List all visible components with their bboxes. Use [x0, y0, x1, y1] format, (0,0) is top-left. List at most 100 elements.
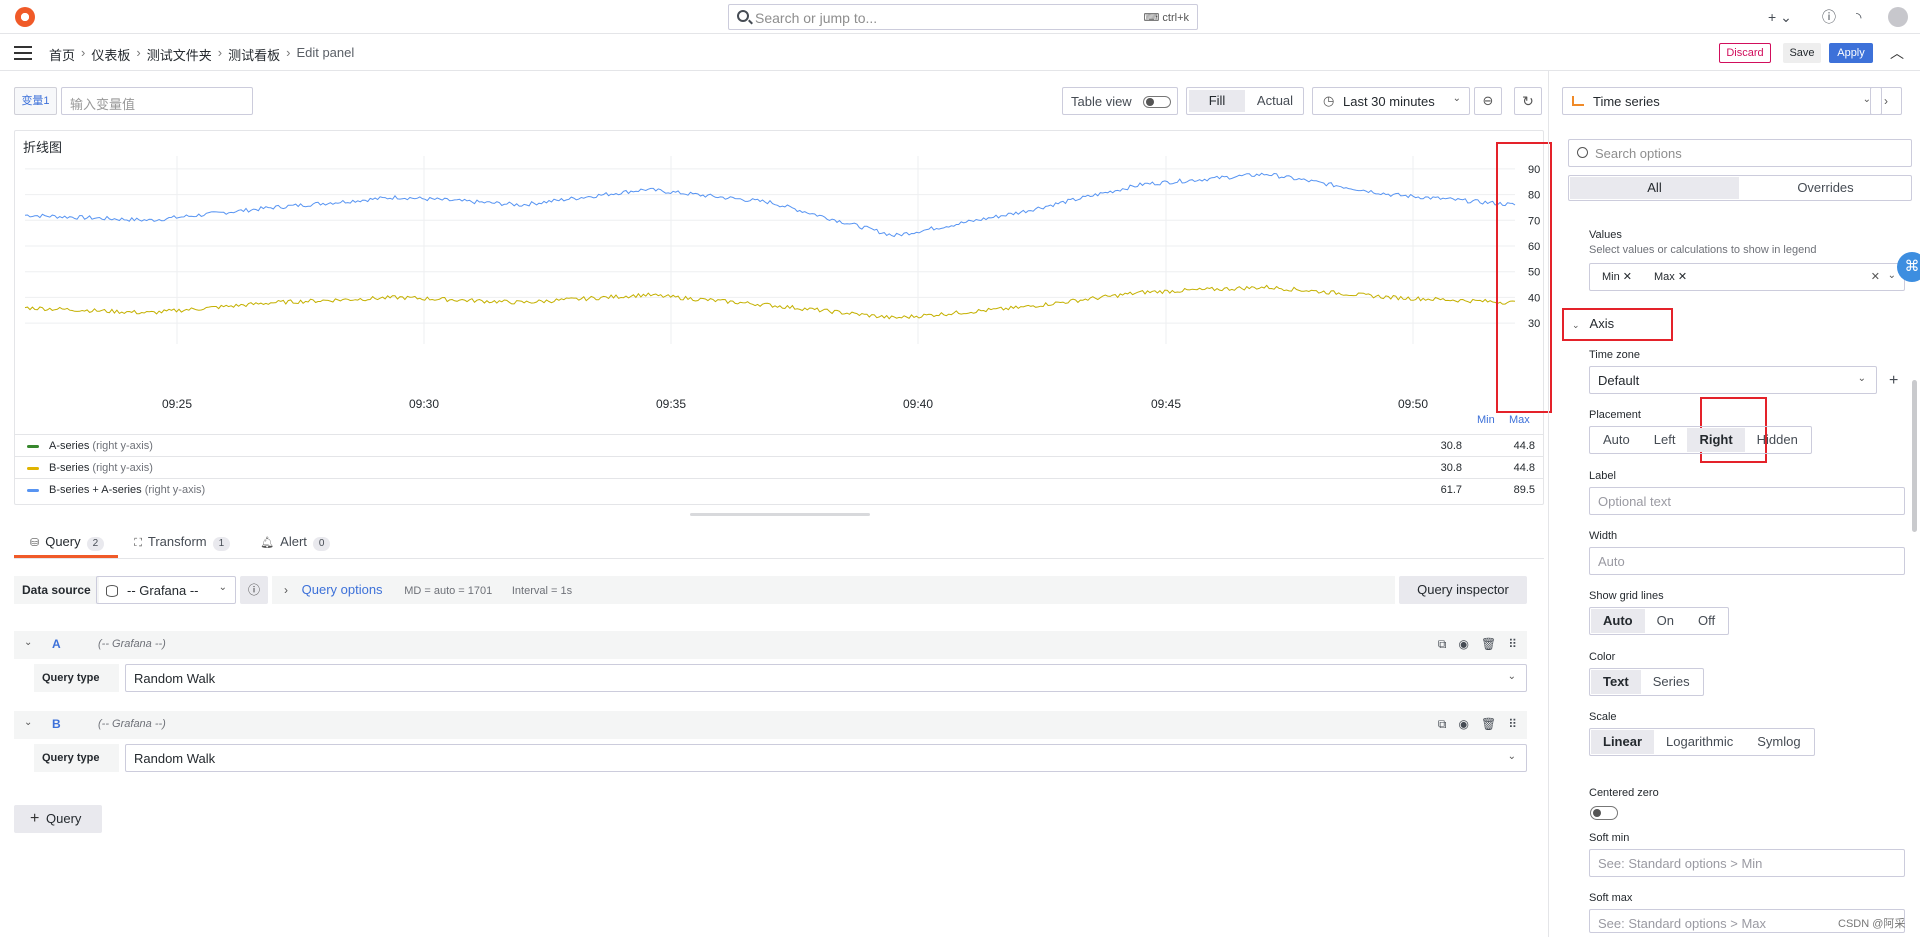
close-icon[interactable]: ✕: [1678, 271, 1687, 283]
centered-zero-switch[interactable]: [1590, 806, 1618, 820]
search-input[interactable]: Search or jump to... ⌨ ctrl+k: [728, 4, 1198, 30]
help-icon[interactable]: ⓘ: [240, 576, 268, 604]
duplicate-icon[interactable]: ⧉: [1438, 717, 1447, 732]
legend-row[interactable]: B-series + A-series (right y-axis) 61.7 …: [15, 478, 1543, 500]
add-query-button[interactable]: Query: [14, 805, 102, 833]
axis-label-input[interactable]: Optional text: [1589, 487, 1905, 515]
refresh-icon[interactable]: ↻: [1514, 87, 1542, 115]
zoom-out-icon[interactable]: ⊖: [1474, 87, 1502, 115]
color-series[interactable]: Series: [1641, 670, 1702, 694]
breadcrumb-item[interactable]: 测试看板: [228, 45, 280, 64]
chevron-down-icon[interactable]: ⌄: [24, 717, 32, 728]
actual-option[interactable]: Actual: [1247, 88, 1303, 114]
discard-button[interactable]: Discard: [1719, 43, 1771, 63]
query-type-value: Random Walk: [134, 751, 216, 766]
options-search-input[interactable]: Search options: [1568, 139, 1912, 167]
toggle-switch[interactable]: [1143, 96, 1171, 108]
placement-left[interactable]: Left: [1642, 428, 1688, 452]
scale-symlog[interactable]: Symlog: [1745, 730, 1812, 754]
duplicate-icon[interactable]: ⧉: [1438, 637, 1447, 652]
query-inspector-button[interactable]: Query inspector: [1399, 576, 1527, 604]
series-color-swatch: [27, 489, 39, 492]
user-avatar[interactable]: [1888, 7, 1908, 27]
grafana-logo-icon[interactable]: [15, 7, 35, 27]
query-type-select[interactable]: Random Walk ⌄: [125, 744, 1527, 772]
chevron-down-icon[interactable]: ⌄: [1888, 270, 1896, 281]
breadcrumb-item[interactable]: 首页: [49, 45, 75, 64]
query-header-a[interactable]: ⌄ A (-- Grafana --) ⧉ ◉ 🗑︎ ⠿: [14, 631, 1527, 659]
query-ref[interactable]: A: [52, 637, 61, 651]
time-range-label: Last 30 minutes: [1343, 94, 1435, 109]
trash-icon[interactable]: 🗑︎: [1481, 637, 1496, 652]
chevron-right-icon: ›: [284, 583, 288, 597]
timezone-select[interactable]: Default ⌄: [1589, 366, 1877, 394]
tab-transform[interactable]: ⛶ Transform 1: [118, 530, 244, 558]
options-scrollbar[interactable]: [1912, 380, 1917, 532]
breadcrumb-item[interactable]: 测试文件夹: [147, 45, 212, 64]
trash-icon[interactable]: 🗑︎: [1481, 717, 1496, 732]
values-multiselect[interactable]: Min ✕ Max ✕ ✕ ⌄: [1589, 263, 1905, 291]
clear-icon[interactable]: ✕: [1871, 270, 1880, 283]
table-view-toggle[interactable]: Table view: [1062, 87, 1178, 115]
fill-option[interactable]: Fill: [1189, 90, 1245, 112]
placement-hidden[interactable]: Hidden: [1745, 428, 1810, 452]
tab-overrides[interactable]: Overrides: [1741, 177, 1910, 199]
pane-splitter[interactable]: [690, 513, 870, 516]
chevron-down-icon: ⌄: [218, 582, 227, 593]
apply-button[interactable]: Apply: [1829, 43, 1873, 63]
placement-auto[interactable]: Auto: [1591, 428, 1642, 452]
placement-right[interactable]: Right: [1687, 428, 1745, 452]
value-chip[interactable]: Max ✕: [1648, 269, 1693, 285]
breadcrumb-item[interactable]: 仪表板: [91, 45, 130, 64]
chevron-right-icon[interactable]: ›: [1870, 87, 1902, 115]
top-bar: Search or jump to... ⌨ ctrl+k + ⌄ ⓘ ◝: [0, 0, 1920, 34]
menu-icon[interactable]: [14, 46, 32, 60]
series-line[interactable]: [24, 284, 1516, 320]
add-timezone-icon[interactable]: +: [1889, 372, 1898, 390]
legend-max-header[interactable]: Max: [1509, 414, 1530, 426]
variable-input[interactable]: 输入变量值: [61, 87, 253, 115]
chevron-down-icon[interactable]: ⌄: [24, 637, 32, 648]
drag-handle-icon[interactable]: ⠿: [1508, 637, 1517, 652]
save-button[interactable]: Save: [1783, 43, 1821, 63]
close-icon[interactable]: ✕: [1623, 271, 1632, 283]
grid-off[interactable]: Off: [1686, 609, 1727, 633]
grid-on[interactable]: On: [1645, 609, 1686, 633]
grid-auto[interactable]: Auto: [1591, 609, 1645, 633]
plus-icon[interactable]: + ⌄: [1768, 8, 1792, 26]
query-ref[interactable]: B: [52, 717, 61, 731]
table-view-label: Table view: [1071, 94, 1132, 109]
legend-row[interactable]: A-series (right y-axis) 30.8 44.8: [15, 434, 1543, 456]
time-series-chart[interactable]: 09:25 09:30 09:35 09:40 09:45 09:50 908070605…: [15, 131, 1543, 414]
help-icon[interactable]: ⓘ: [1822, 8, 1836, 26]
value-chip[interactable]: Min ✕: [1596, 269, 1638, 285]
tab-alert[interactable]: 🔔︎ Alert 0: [244, 530, 344, 558]
chevron-down-icon: ⌄: [1857, 373, 1866, 384]
scale-logarithmic[interactable]: Logarithmic: [1654, 730, 1745, 754]
drag-handle-icon[interactable]: ⠿: [1508, 717, 1517, 732]
series-max: 89.5: [1513, 484, 1535, 496]
query-options-title: Query options: [301, 582, 383, 597]
legend-min-header[interactable]: Min: [1477, 414, 1495, 426]
scale-linear[interactable]: Linear: [1591, 730, 1655, 754]
eye-icon[interactable]: ◉: [1458, 717, 1468, 732]
axis-section-title: Axis: [1589, 316, 1615, 331]
color-text[interactable]: Text: [1591, 670, 1641, 694]
command-icon[interactable]: ⌘: [1897, 252, 1920, 282]
query-options[interactable]: › Query options MD = auto = 1701 Interva…: [272, 576, 1395, 604]
soft-min-input[interactable]: See: Standard options > Min: [1589, 849, 1905, 877]
axis-section-header[interactable]: ⌄ Axis: [1572, 316, 1614, 331]
chevron-up-icon[interactable]: ︿: [1890, 43, 1904, 63]
axis-width-input[interactable]: Auto: [1589, 547, 1905, 575]
query-header-b[interactable]: ⌄ B (-- Grafana --) ⧉ ◉ 🗑︎ ⠿: [14, 711, 1527, 739]
series-line[interactable]: [24, 172, 1516, 238]
legend-row[interactable]: B-series (right y-axis) 30.8 44.8: [15, 456, 1543, 478]
time-range-picker[interactable]: Last 30 minutes ⌄: [1312, 87, 1470, 115]
tab-query[interactable]: ⛁ Query 2: [14, 530, 119, 558]
data-source-select[interactable]: -- Grafana -- ⌄: [96, 576, 236, 604]
rss-icon[interactable]: ◝: [1856, 8, 1861, 26]
eye-icon[interactable]: ◉: [1458, 637, 1468, 652]
visualization-picker[interactable]: Time series ⌄: [1562, 87, 1882, 115]
query-type-select[interactable]: Random Walk ⌄: [125, 664, 1527, 692]
tab-all[interactable]: All: [1570, 177, 1739, 199]
